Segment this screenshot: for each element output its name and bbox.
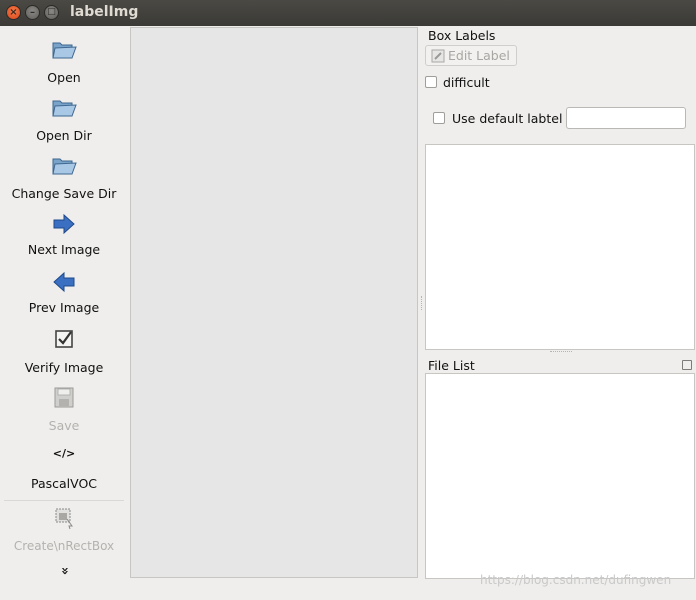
dock-splitter-handle[interactable] <box>550 351 572 354</box>
save-label: Save <box>48 418 80 433</box>
close-icon: × <box>9 7 18 18</box>
edit-label-button[interactable]: Edit Label <box>425 45 517 66</box>
verify-image-label: Verify Image <box>24 360 104 375</box>
open-label: Open <box>47 70 81 85</box>
window-close-button[interactable]: × <box>6 5 21 20</box>
edit-pencil-icon <box>431 49 445 63</box>
folder-open-icon <box>52 158 77 175</box>
dock-float-icon[interactable] <box>682 360 692 370</box>
edit-label-text: Edit Label <box>448 48 510 63</box>
watermark-text: https://blog.csdn.net/dufingwen <box>480 573 672 587</box>
file-list[interactable] <box>425 373 695 579</box>
left-toolbar: Open Open Dir Change Save Dir Next Image… <box>0 27 128 579</box>
window-titlebar: × – □ labelImg <box>0 0 696 26</box>
minimize-icon: – <box>30 7 35 18</box>
window-maximize-button[interactable]: □ <box>44 5 59 20</box>
arrow-left-icon <box>53 271 75 293</box>
change-save-dir-label: Change Save Dir <box>11 186 117 201</box>
next-image-label: Next Image <box>27 242 101 257</box>
maximize-icon: □ <box>47 7 56 17</box>
open-dir-label: Open Dir <box>36 128 92 143</box>
toolbar-more-button[interactable]: » <box>54 563 74 579</box>
splitter-handle[interactable] <box>421 296 424 310</box>
chevron-double-down-icon: » <box>57 566 72 576</box>
prev-image-label: Prev Image <box>28 300 100 315</box>
toolbar-separator <box>4 500 124 501</box>
use-default-label-text: Use default labtel <box>452 111 563 126</box>
use-default-label-checkbox[interactable] <box>433 112 445 124</box>
code-tag-icon: </> <box>52 447 76 460</box>
checkbox-checked-icon <box>55 330 73 348</box>
file-list-title: File List <box>428 358 475 373</box>
label-list[interactable] <box>425 144 695 350</box>
window-title: labelImg <box>70 4 139 20</box>
difficult-label: difficult <box>443 75 490 90</box>
image-canvas[interactable] <box>130 27 418 578</box>
folder-open-icon <box>52 42 77 59</box>
arrow-right-icon <box>53 213 75 235</box>
floppy-disk-icon <box>54 387 74 408</box>
window-minimize-button[interactable]: – <box>25 5 40 20</box>
default-label-input[interactable] <box>566 107 686 129</box>
box-labels-title: Box Labels <box>428 28 496 43</box>
difficult-checkbox[interactable] <box>425 76 437 88</box>
create-rectbox-label: Create\nRectBox <box>13 539 115 553</box>
rectangle-draw-icon <box>55 508 73 530</box>
folder-open-icon <box>52 100 77 117</box>
pascalvoc-label: PascalVOC <box>30 476 98 491</box>
